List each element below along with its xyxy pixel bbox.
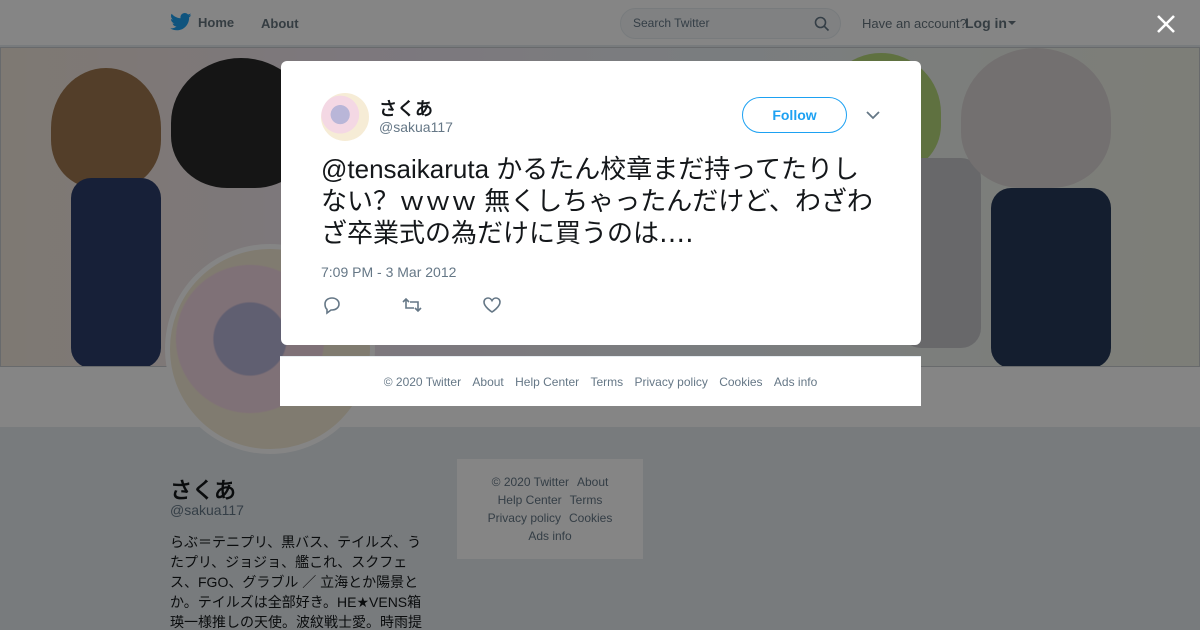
footer-link-terms[interactable]: Terms — [590, 375, 623, 389]
footer-link-help[interactable]: Help Center — [515, 375, 579, 389]
like-icon[interactable] — [481, 295, 503, 315]
follow-button[interactable]: Follow — [742, 97, 847, 133]
tweet-author-handle[interactable]: @sakua117 — [379, 119, 453, 135]
footer-link-about[interactable]: About — [472, 375, 503, 389]
retweet-icon[interactable] — [401, 295, 423, 315]
footer-copyright: © 2020 Twitter — [383, 375, 462, 389]
tweet-text: @tensaikaruta かるたん校章まだ持ってたりしない？ｗｗｗ 無くしちゃ… — [321, 154, 873, 248]
close-icon[interactable] — [1154, 12, 1178, 36]
footer-link-privacy[interactable]: Privacy policy — [635, 375, 708, 389]
tweet-timestamp[interactable]: 7:09 PM - 3 Mar 2012 — [321, 264, 456, 280]
modal-footer: © 2020 Twitter About Help Center Terms P… — [280, 356, 921, 406]
chevron-down-icon[interactable] — [865, 109, 881, 121]
tweet-author-name[interactable]: さくあ — [379, 95, 433, 121]
tweet-modal: さくあ @sakua117 Follow @tensaikaruta かるたん校… — [281, 61, 921, 345]
footer-link-cookies[interactable]: Cookies — [719, 375, 762, 389]
tweet-author-avatar[interactable] — [321, 93, 369, 141]
reply-icon[interactable] — [321, 295, 343, 315]
footer-link-ads[interactable]: Ads info — [774, 375, 817, 389]
